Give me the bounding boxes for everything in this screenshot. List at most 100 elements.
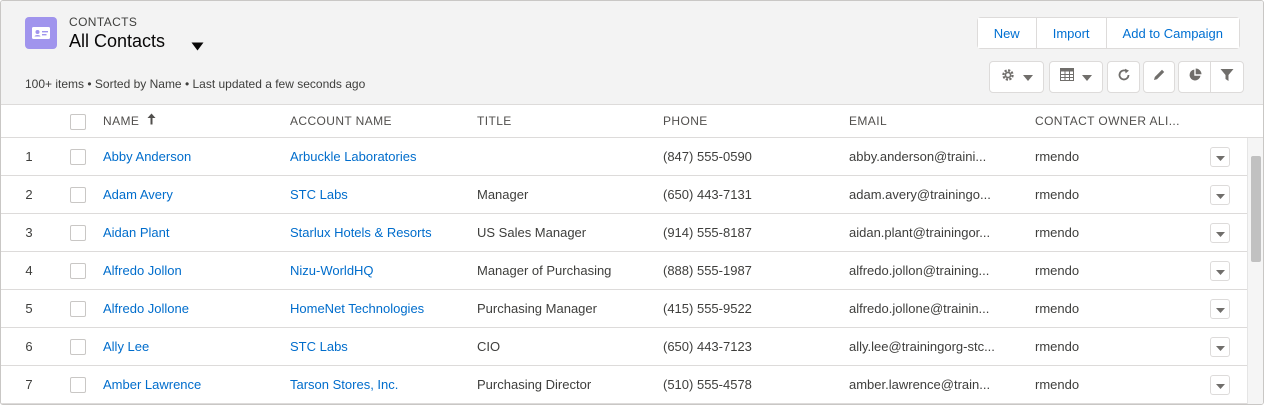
row-number: 3 — [25, 225, 33, 240]
phone-cell: (888) 555-1987 — [663, 263, 752, 278]
chevron-down-icon — [1022, 68, 1033, 86]
vertical-scrollbar[interactable] — [1247, 138, 1263, 404]
title-cell: CIO — [477, 339, 501, 354]
table-header: Name Account Name Title Phone Email Cont… — [1, 105, 1263, 138]
row-number: 6 — [25, 339, 33, 354]
list-view-picker-chevron-icon[interactable] — [191, 38, 204, 56]
column-header-name[interactable]: Name — [103, 105, 156, 138]
owner-alias-cell: rmendo — [1035, 225, 1080, 240]
display-as-button[interactable] — [1049, 61, 1103, 93]
row-number: 4 — [25, 263, 33, 278]
table-row: 6 Ally Lee STC Labs CIO (650) 443-7123 ally.l… — [1, 328, 1247, 366]
table-row: 2 Adam Avery STC Labs Manager (650) 443-7131… — [1, 176, 1247, 214]
chevron-down-icon — [1215, 262, 1225, 280]
row-select-checkbox[interactable] — [70, 225, 86, 241]
row-number: 2 — [25, 187, 33, 202]
row-actions-button[interactable] — [1210, 337, 1230, 357]
owner-alias-cell: rmendo — [1035, 149, 1080, 164]
email-cell: ally.lee@trainingorg-stc... — [849, 339, 995, 354]
list-view-frame: CONTACTS All Contacts 100+ items • Sorte… — [0, 0, 1264, 405]
row-actions-button[interactable] — [1210, 185, 1230, 205]
account-name-link[interactable]: Arbuckle Laboratories — [290, 138, 470, 176]
title-cell — [477, 138, 657, 176]
row-select-checkbox[interactable] — [70, 301, 86, 317]
row-actions-button[interactable] — [1210, 223, 1230, 243]
account-name-link[interactable]: Tarson Stores, Inc. — [290, 366, 470, 404]
table-row: 5 Alfredo Jollone HomeNet Technologies Purc… — [1, 290, 1247, 328]
contact-name-link[interactable]: Alfredo Jollone — [103, 290, 283, 328]
chevron-down-icon — [1215, 338, 1225, 356]
row-number: 7 — [25, 377, 33, 392]
email-cell: alfredo.jollone@trainin... — [849, 301, 990, 316]
filter-button[interactable] — [1211, 62, 1243, 92]
row-actions-button[interactable] — [1210, 147, 1230, 167]
email-cell: abby.anderson@traini... — [849, 149, 987, 164]
column-header-email[interactable]: Email — [849, 105, 887, 138]
contact-name-link[interactable]: Amber Lawrence — [103, 366, 283, 404]
edit-list-button[interactable] — [1143, 61, 1175, 93]
phone-cell: (650) 443-7131 — [663, 187, 752, 202]
row-actions-button[interactable] — [1210, 261, 1230, 281]
email-cell: adam.avery@trainingo... — [849, 187, 991, 202]
row-select-checkbox[interactable] — [70, 339, 86, 355]
contact-card-icon — [25, 17, 57, 49]
filter-icon — [1220, 68, 1234, 87]
owner-alias-cell: rmendo — [1035, 263, 1080, 278]
gear-icon — [1001, 68, 1015, 87]
contact-name-link[interactable]: Alfredo Jollon — [103, 252, 283, 290]
column-header-title[interactable]: Title — [477, 105, 512, 138]
account-name-link[interactable]: STC Labs — [290, 176, 470, 214]
list-view-controls-button[interactable] — [989, 61, 1044, 93]
owner-alias-cell: rmendo — [1035, 301, 1080, 316]
pie-chart-icon — [1188, 68, 1202, 87]
chevron-down-icon — [1215, 376, 1225, 394]
select-all-checkbox[interactable] — [70, 114, 86, 130]
sort-ascending-icon — [147, 105, 156, 138]
account-name-link[interactable]: Nizu-WorldHQ — [290, 252, 470, 290]
contact-name-link[interactable]: Ally Lee — [103, 328, 283, 366]
title-cell: US Sales Manager — [477, 225, 587, 240]
column-header-account-name[interactable]: Account Name — [290, 105, 392, 138]
account-name-link[interactable]: STC Labs — [290, 328, 470, 366]
phone-cell: (914) 555-8187 — [663, 225, 752, 240]
refresh-button[interactable] — [1107, 61, 1140, 93]
row-actions-button[interactable] — [1210, 375, 1230, 395]
row-select-checkbox[interactable] — [70, 377, 86, 393]
chart-button[interactable] — [1179, 62, 1211, 92]
account-name-link[interactable]: HomeNet Technologies — [290, 290, 470, 328]
row-select-checkbox[interactable] — [70, 187, 86, 203]
chevron-down-icon — [1215, 186, 1225, 204]
contact-name-link[interactable]: Aidan Plant — [103, 214, 283, 252]
phone-cell: (650) 443-7123 — [663, 339, 752, 354]
import-button[interactable]: Import — [1036, 18, 1107, 48]
email-cell: aidan.plant@trainingor... — [849, 225, 991, 240]
title-cell: Purchasing Director — [477, 377, 592, 392]
chart-filter-group — [1178, 61, 1244, 93]
refresh-icon — [1117, 68, 1131, 87]
row-actions-button[interactable] — [1210, 299, 1230, 319]
list-view-header: CONTACTS All Contacts 100+ items • Sorte… — [1, 1, 1263, 105]
row-select-checkbox[interactable] — [70, 263, 86, 279]
row-number: 5 — [25, 301, 33, 316]
table-row: 7 Amber Lawrence Tarson Stores, Inc. Purcha… — [1, 366, 1247, 404]
column-header-contact-owner-alias[interactable]: Contact Owner Ali... — [1035, 105, 1180, 138]
scrollbar-thumb[interactable] — [1251, 156, 1261, 262]
list-view-title[interactable]: All Contacts — [69, 31, 165, 52]
owner-alias-cell: rmendo — [1035, 339, 1080, 354]
add-to-campaign-button[interactable]: Add to Campaign — [1106, 18, 1239, 48]
chevron-down-icon — [1215, 300, 1225, 318]
title-cell: Manager — [477, 187, 529, 202]
account-name-link[interactable]: Starlux Hotels & Resorts — [290, 214, 470, 252]
table-row: 4 Alfredo Jollon Nizu-WorldHQ Manager of Pu… — [1, 252, 1247, 290]
email-cell: amber.lawrence@train... — [849, 377, 991, 392]
column-header-phone[interactable]: Phone — [663, 105, 708, 138]
email-cell: alfredo.jollon@training... — [849, 263, 990, 278]
table-row: 3 Aidan Plant Starlux Hotels & Resorts US S… — [1, 214, 1247, 252]
contact-name-link[interactable]: Abby Anderson — [103, 138, 283, 176]
table-icon — [1060, 68, 1074, 86]
contact-name-link[interactable]: Adam Avery — [103, 176, 283, 214]
phone-cell: (510) 555-4578 — [663, 377, 752, 392]
new-button[interactable]: New — [977, 18, 1037, 48]
row-number: 1 — [25, 149, 33, 164]
row-select-checkbox[interactable] — [70, 149, 86, 165]
